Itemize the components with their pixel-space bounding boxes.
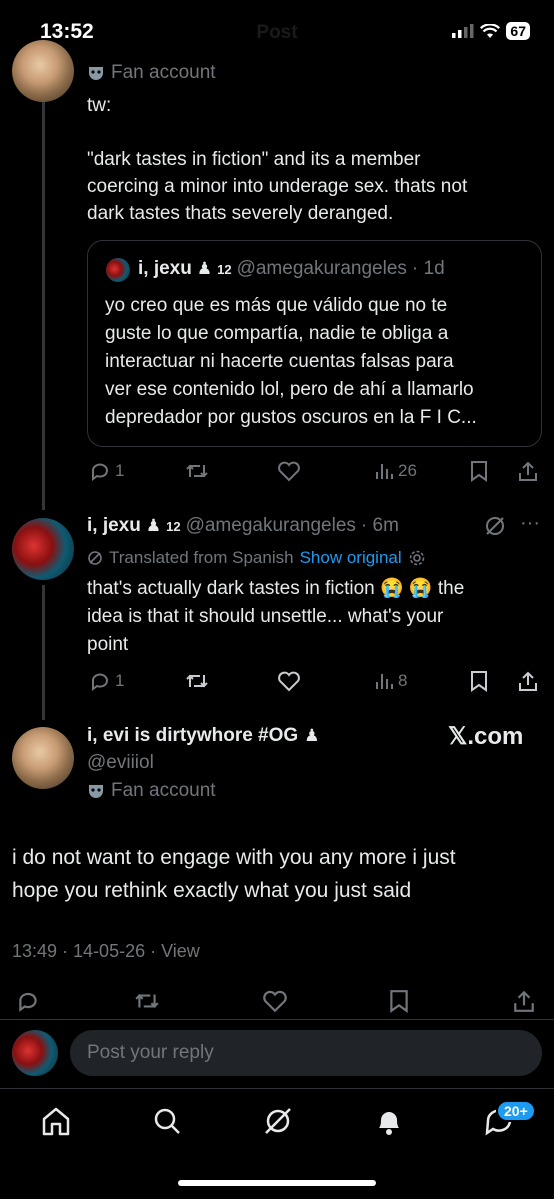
quote-text: guste lo que compartía, nadie te obliga … bbox=[105, 323, 449, 344]
views-button[interactable]: 26 bbox=[374, 461, 417, 481]
tweet-actions: 1 8 bbox=[89, 668, 541, 694]
share-button[interactable] bbox=[517, 460, 539, 482]
bookmark-button[interactable] bbox=[469, 670, 489, 692]
tweet-actions: 1 26 bbox=[89, 458, 541, 484]
heart-icon bbox=[278, 461, 300, 482]
main-tweet-text: i do not want to engage with you any mor… bbox=[12, 846, 456, 869]
tweet-meta: 13:49 · 14-05-26 · View bbox=[12, 941, 200, 961]
translate-icon bbox=[88, 551, 102, 565]
bookmark-icon bbox=[471, 461, 487, 482]
tweet-text: point bbox=[87, 634, 129, 655]
tweet-text: that's actually dark tastes in fiction 😭… bbox=[87, 578, 465, 599]
chess-pawn-icon: ♟ bbox=[304, 726, 320, 745]
avatar[interactable] bbox=[12, 40, 74, 102]
translation-bar: Translated from Spanish Show original bbox=[87, 548, 426, 568]
reply-button[interactable] bbox=[16, 989, 40, 1013]
heart-icon bbox=[263, 990, 287, 1013]
bookmark-icon bbox=[471, 671, 487, 692]
nav-grok[interactable] bbox=[262, 1106, 294, 1141]
reply-button[interactable]: 1 bbox=[89, 460, 124, 482]
main-tweet-text: hope you rethink exactly what you just s… bbox=[12, 879, 412, 902]
main-tweet-actions bbox=[16, 988, 540, 1014]
messages-badge: 20+ bbox=[496, 1100, 536, 1122]
like-button[interactable] bbox=[277, 670, 301, 692]
tweet-text: dark tastes thats severely deranged. bbox=[87, 203, 394, 224]
grok-icon bbox=[265, 1108, 291, 1134]
quote-header: i, jexu ♟ 12 @amegakurangeles · 1d bbox=[138, 258, 445, 279]
show-original-link[interactable]: Show original bbox=[300, 548, 402, 568]
status-icons: 67 bbox=[452, 22, 530, 40]
share-icon bbox=[519, 671, 537, 691]
quote-text: yo creo que es más que válido que no te bbox=[105, 295, 448, 316]
retweet-button[interactable] bbox=[134, 989, 160, 1013]
bookmark-button[interactable] bbox=[469, 460, 489, 482]
signal-icon bbox=[452, 24, 474, 38]
more-options-icon[interactable]: ··· bbox=[520, 512, 540, 535]
tweet-text: coercing a minor into underage sex. that… bbox=[87, 176, 468, 197]
tweet-text: "dark tastes in fiction" and its a membe… bbox=[87, 149, 421, 170]
fan-account-label: Fan account bbox=[87, 62, 216, 84]
x-watermark: 𝕏.com bbox=[448, 723, 524, 750]
divider bbox=[0, 1019, 554, 1020]
share-button[interactable] bbox=[517, 670, 539, 692]
bookmark-icon bbox=[390, 990, 408, 1013]
tweet-text: tw: bbox=[87, 95, 112, 116]
quote-avatar bbox=[106, 258, 130, 282]
nav-search[interactable] bbox=[151, 1106, 183, 1141]
wifi-icon bbox=[480, 23, 501, 38]
nav-home[interactable] bbox=[40, 1106, 72, 1141]
retweet-button[interactable] bbox=[185, 460, 209, 482]
main-tweet-author[interactable]: i, evi is dirtywhore #OG ♟ bbox=[87, 725, 319, 747]
reply-input[interactable]: Post your reply bbox=[70, 1030, 542, 1076]
fan-account-label: Fan account bbox=[87, 780, 216, 802]
tweet-header: i, jexu ♟ 12 @amegakurangeles · 6m bbox=[87, 515, 399, 536]
search-icon bbox=[154, 1108, 180, 1134]
reply-icon bbox=[92, 673, 108, 691]
divider bbox=[0, 1088, 554, 1089]
quote-text: ver ese contenido lol, pero de ahí a lla… bbox=[105, 379, 474, 400]
share-icon bbox=[519, 461, 537, 481]
views-button[interactable]: 8 bbox=[374, 671, 407, 691]
retweet-icon bbox=[135, 994, 159, 1008]
retweet-icon bbox=[186, 674, 208, 688]
settings-gear-icon[interactable] bbox=[408, 549, 426, 567]
bell-icon bbox=[379, 1112, 399, 1135]
battery-indicator: 67 bbox=[506, 22, 530, 40]
chess-pawn-icon: ♟ bbox=[145, 516, 162, 535]
heart-icon bbox=[278, 671, 300, 692]
reply-icon bbox=[19, 992, 37, 1012]
reply-button[interactable]: 1 bbox=[89, 670, 124, 692]
views-icon bbox=[376, 674, 393, 689]
like-button[interactable] bbox=[277, 460, 301, 482]
share-button[interactable] bbox=[512, 989, 536, 1013]
thread-line bbox=[42, 585, 45, 720]
grok-icon[interactable] bbox=[484, 515, 506, 542]
tweet-text: idea is that it should unsettle... what'… bbox=[87, 606, 444, 627]
home-icon bbox=[42, 1107, 70, 1136]
share-icon bbox=[514, 990, 534, 1012]
bookmark-button[interactable] bbox=[388, 989, 410, 1013]
nav-notifications[interactable] bbox=[373, 1106, 405, 1141]
avatar[interactable] bbox=[12, 727, 74, 789]
avatar[interactable] bbox=[12, 518, 74, 580]
views-icon bbox=[376, 464, 393, 479]
quote-text: depredador por gustos oscuros en la F I … bbox=[105, 407, 477, 428]
mask-icon bbox=[89, 67, 103, 80]
home-indicator bbox=[178, 1180, 376, 1186]
chess-pawn-icon: ♟ bbox=[196, 259, 213, 278]
reply-icon bbox=[92, 463, 108, 481]
retweet-icon bbox=[186, 464, 208, 478]
mask-icon bbox=[89, 785, 103, 798]
user-handle: @eviiiol bbox=[87, 752, 154, 773]
like-button[interactable] bbox=[262, 989, 288, 1013]
thread-line bbox=[42, 100, 45, 510]
retweet-button[interactable] bbox=[185, 670, 209, 692]
composer-avatar bbox=[12, 1030, 58, 1076]
quote-text: interactuar ni hacerte cuentas falsas pa… bbox=[105, 351, 454, 372]
